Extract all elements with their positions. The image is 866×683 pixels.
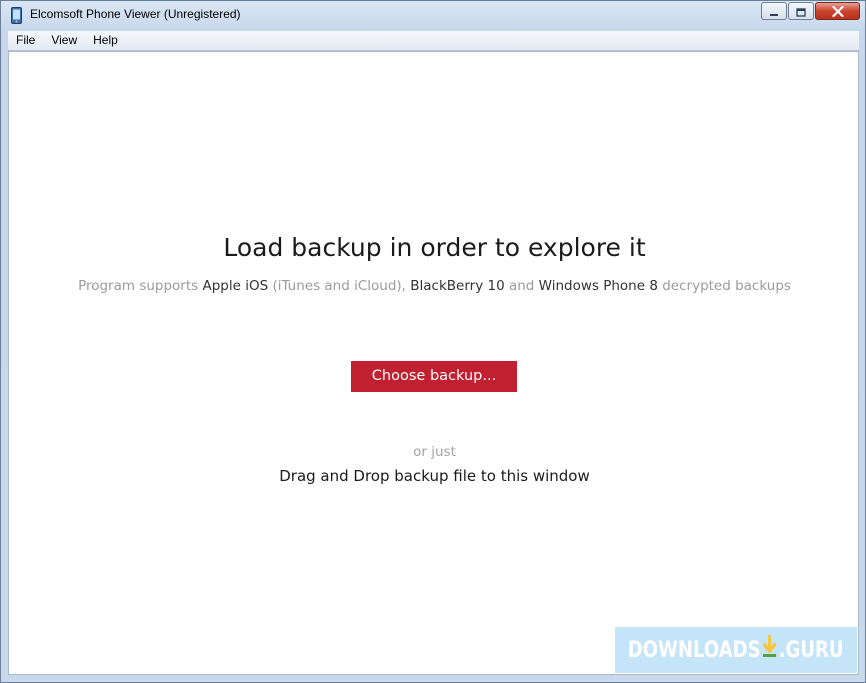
page-title: Load backup in order to explore it xyxy=(223,233,646,262)
menu-file[interactable]: File xyxy=(8,31,43,50)
choose-backup-button[interactable]: Choose backup... xyxy=(351,361,517,392)
drag-drop-instruction: Drag and Drop backup file to this window xyxy=(279,467,590,485)
watermark-right-text: .GURU xyxy=(779,637,844,663)
or-just-label: or just xyxy=(413,444,456,460)
platform-blackberry: BlackBerry 10 xyxy=(410,278,505,294)
watermark-left-text: DOWNLOADS xyxy=(628,637,762,663)
supports-and: and xyxy=(504,278,539,294)
phone-icon xyxy=(10,7,23,24)
apple-note: (iTunes and iCloud), xyxy=(268,278,411,294)
download-arrow-icon xyxy=(762,635,778,665)
platform-apple-ios: Apple iOS xyxy=(202,278,269,294)
supported-platforms-text: Program supports Apple iOS (iTunes and i… xyxy=(9,278,860,294)
close-icon xyxy=(831,2,844,21)
watermark-logo: DOWNLOADS .GURU xyxy=(615,627,857,673)
menu-bar: File View Help xyxy=(8,31,859,51)
watermark-text: DOWNLOADS .GURU xyxy=(628,635,844,665)
menu-view[interactable]: View xyxy=(43,31,85,50)
maximize-icon xyxy=(796,2,806,21)
drop-zone[interactable]: Load backup in order to explore it Progr… xyxy=(8,51,859,675)
menu-help[interactable]: Help xyxy=(85,31,126,50)
window-title: Elcomsoft Phone Viewer (Unregistered) xyxy=(30,7,241,21)
app-window: Elcomsoft Phone Viewer (Unregistered) Fi… xyxy=(0,0,866,683)
maximize-button[interactable] xyxy=(788,2,814,20)
caption-buttons xyxy=(760,2,860,20)
minimize-icon xyxy=(769,2,779,21)
platform-windows-phone: Windows Phone 8 xyxy=(538,278,658,294)
minimize-button[interactable] xyxy=(761,2,787,20)
title-bar[interactable]: Elcomsoft Phone Viewer (Unregistered) xyxy=(1,1,865,30)
close-button[interactable] xyxy=(815,2,860,20)
supports-suffix: decrypted backups xyxy=(657,278,791,294)
supports-prefix: Program supports xyxy=(78,278,203,294)
